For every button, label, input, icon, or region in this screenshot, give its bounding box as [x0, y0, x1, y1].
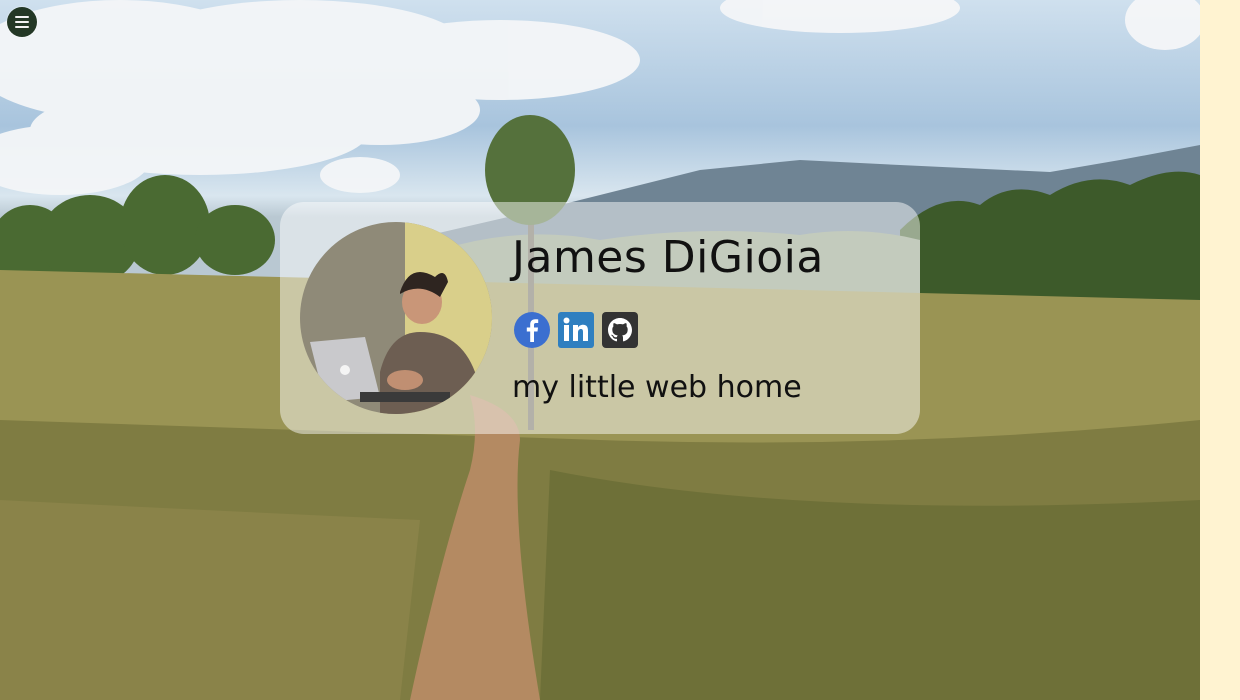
hamburger-icon	[15, 13, 29, 31]
profile-name: James DiGioia	[512, 232, 824, 283]
linkedin-icon[interactable]	[558, 312, 594, 348]
profile-card: James DiGioia my little web home	[280, 202, 920, 434]
avatar	[300, 222, 492, 414]
github-icon[interactable]	[602, 312, 638, 348]
menu-button[interactable]	[7, 7, 37, 37]
facebook-icon[interactable]	[514, 312, 550, 348]
social-links	[514, 312, 638, 348]
tagline: my little web home	[512, 370, 802, 405]
